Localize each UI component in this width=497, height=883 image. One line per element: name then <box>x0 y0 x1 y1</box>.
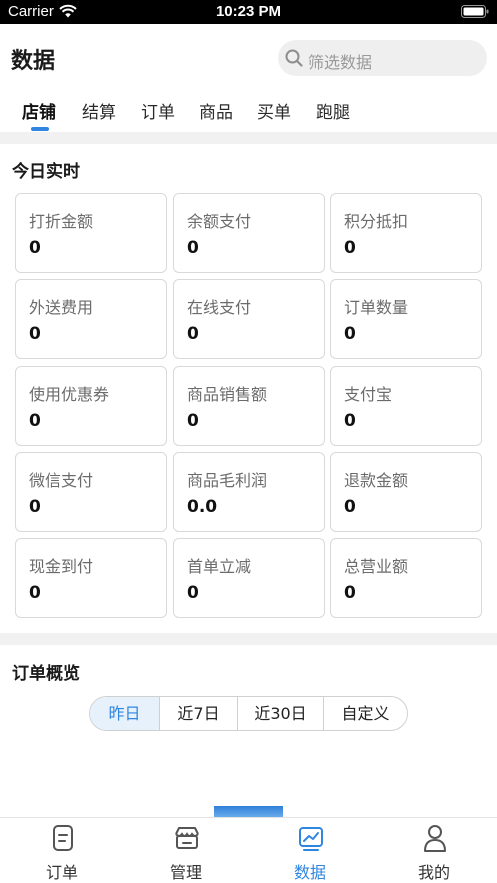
stat-value: 0 <box>187 583 199 603</box>
stat-value: 0 <box>187 324 199 344</box>
stat-card-points: 积分抵扣 0 <box>330 193 482 273</box>
range-7-days[interactable]: 近7日 <box>159 697 237 730</box>
page-title: 数据 <box>11 49 56 74</box>
stat-label: 使用优惠券 <box>29 385 110 404</box>
stat-value: 0 <box>344 238 356 258</box>
stat-card-refunds: 退款金额 0 <box>330 452 482 532</box>
stat-label: 积分抵扣 <box>344 212 409 231</box>
tabbar-label: 我的 <box>417 863 450 882</box>
chart-icon <box>299 827 323 851</box>
stat-value: 0 <box>344 411 356 431</box>
search-placeholder: 筛选数据 <box>308 53 373 72</box>
clock: 10:23 PM <box>215 3 282 20</box>
tabbar-label: 管理 <box>169 863 202 882</box>
stat-label: 支付宝 <box>344 385 393 404</box>
range-custom[interactable]: 自定义 <box>323 697 407 730</box>
tab-bill-pay[interactable]: 买单 <box>257 98 291 123</box>
stat-card-coupons: 使用优惠券 0 <box>15 366 167 446</box>
tabbar-label: 数据 <box>293 863 326 882</box>
stat-value: 0 <box>29 497 41 517</box>
tab-store[interactable]: 店铺 <box>22 98 56 123</box>
stat-label: 打折金额 <box>29 212 94 231</box>
section-divider <box>0 132 497 144</box>
stat-value: 0 <box>344 497 356 517</box>
range-yesterday[interactable]: 昨日 <box>90 697 159 730</box>
stat-card-delivery-fee: 外送费用 0 <box>15 279 167 359</box>
bottom-tab-bar: 订单 管理 数据 我的 <box>0 817 497 883</box>
stat-card-discount: 打折金额 0 <box>15 193 167 273</box>
tabbar-item-me[interactable]: 我的 <box>372 818 496 883</box>
tab-orders[interactable]: 订单 <box>141 98 175 123</box>
stat-value: 0 <box>29 238 41 258</box>
stat-card-total-revenue: 总营业额 0 <box>330 538 482 618</box>
range-30-days[interactable]: 近30日 <box>237 697 323 730</box>
stat-label: 外送费用 <box>29 298 94 317</box>
tabbar-item-data[interactable]: 数据 <box>248 818 372 883</box>
stat-card-balance-pay: 余额支付 0 <box>173 193 325 273</box>
stat-label: 余额支付 <box>187 212 252 231</box>
section-divider <box>0 633 497 645</box>
stat-label: 微信支付 <box>29 471 94 490</box>
stat-label: 现金到付 <box>29 557 94 576</box>
stat-card-first-order-discount: 首单立减 0 <box>173 538 325 618</box>
search-input[interactable]: 筛选数据 <box>278 40 487 76</box>
store-icon <box>175 827 199 849</box>
stat-card-order-count: 订单数量 0 <box>330 279 482 359</box>
stat-label: 商品毛利润 <box>187 471 268 490</box>
stat-label: 退款金额 <box>344 471 409 490</box>
stat-card-alipay: 支付宝 0 <box>330 366 482 446</box>
stat-value: 0 <box>29 583 41 603</box>
tabbar-item-orders[interactable]: 订单 <box>0 818 124 883</box>
today-section-title: 今日实时 <box>12 162 80 182</box>
tab-products[interactable]: 商品 <box>199 98 233 123</box>
overview-section-title: 订单概览 <box>12 664 80 684</box>
status-bar: Carrier 10:23 PM <box>0 0 497 24</box>
battery-icon <box>461 5 489 18</box>
stat-value: 0 <box>29 411 41 431</box>
stat-card-online-pay: 在线支付 0 <box>173 279 325 359</box>
stat-card-product-sales: 商品销售额 0 <box>173 366 325 446</box>
stat-label: 在线支付 <box>187 298 252 317</box>
stat-card-cash-on-delivery: 现金到付 0 <box>15 538 167 618</box>
tab-errand[interactable]: 跑腿 <box>316 98 350 123</box>
stat-label: 总营业额 <box>344 557 409 576</box>
stat-value: 0 <box>29 324 41 344</box>
stat-card-gross-profit: 商品毛利润 0.0 <box>173 452 325 532</box>
stat-value: 0 <box>344 583 356 603</box>
stat-label: 首单立减 <box>187 557 252 576</box>
order-icon <box>53 825 73 851</box>
stat-value: 0 <box>344 324 356 344</box>
stat-card-wechat-pay: 微信支付 0 <box>15 452 167 532</box>
search-icon <box>285 49 303 67</box>
tab-settlement[interactable]: 结算 <box>82 98 116 123</box>
stat-value: 0.0 <box>187 497 218 517</box>
tabbar-label: 订单 <box>45 863 78 882</box>
date-range-selector: 昨日 近7日 近30日 自定义 <box>89 696 408 731</box>
stat-value: 0 <box>187 411 199 431</box>
stat-label: 订单数量 <box>344 298 409 317</box>
category-tabs: 店铺 结算 订单 商品 买单 跑腿 <box>0 98 497 132</box>
tab-active-indicator <box>31 127 49 131</box>
stat-label: 商品销售额 <box>187 385 268 404</box>
tabbar-item-manage[interactable]: 管理 <box>124 818 248 883</box>
stat-value: 0 <box>187 238 199 258</box>
person-icon <box>424 825 446 852</box>
